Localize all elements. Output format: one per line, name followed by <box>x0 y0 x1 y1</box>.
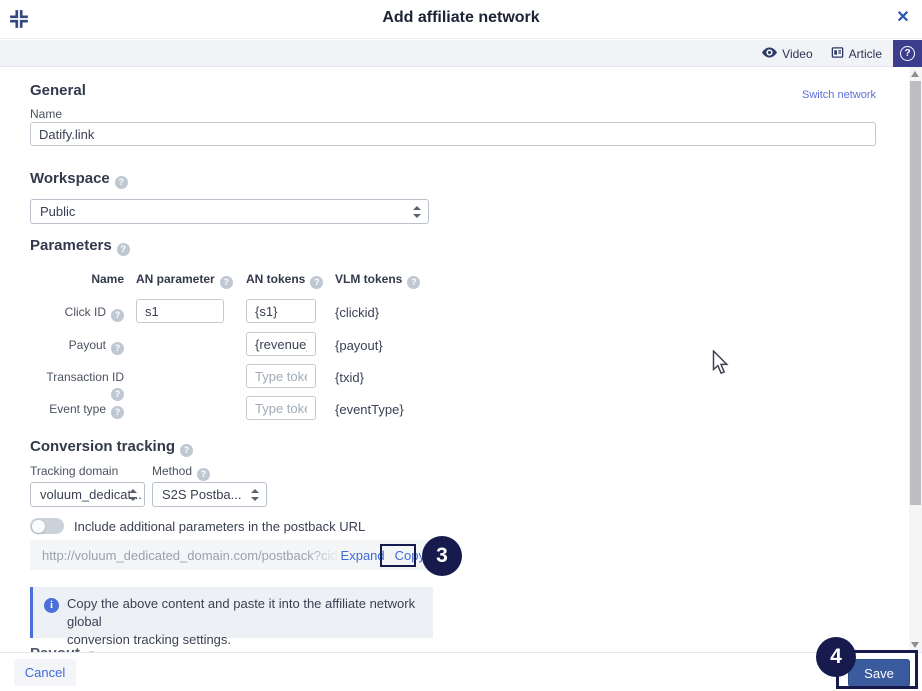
parameters-help-icon[interactable]: ? <box>117 243 130 256</box>
event-type-help-icon[interactable]: ? <box>111 406 124 419</box>
help-bar: Video Article ? <box>0 40 922 67</box>
chevron-updown-icon <box>129 489 137 501</box>
scrollbar-thumb[interactable] <box>910 81 921 505</box>
info-icon: i <box>44 598 59 613</box>
info-text: Copy the above content and paste it into… <box>67 595 433 649</box>
click-id-an-parameter-input[interactable] <box>136 299 224 323</box>
row-label-transaction-id: Transaction ID? <box>30 370 124 401</box>
row-label-event-type: Event type? <box>30 402 124 419</box>
article-icon <box>831 46 844 62</box>
annotation-step-4-badge: 4 <box>816 637 856 677</box>
article-label: Article <box>849 47 882 61</box>
switch-network-link[interactable]: Switch network <box>802 89 876 101</box>
close-icon[interactable]: ✕ <box>893 8 913 28</box>
click-id-an-tokens-input[interactable] <box>246 299 316 323</box>
chevron-updown-icon <box>413 206 421 218</box>
event-type-vlm-token: {eventType} <box>335 402 404 417</box>
conversion-tracking-help-icon[interactable]: ? <box>180 444 193 457</box>
vlm-tokens-help-icon[interactable]: ? <box>407 276 420 289</box>
expand-link[interactable]: Expand <box>341 548 385 563</box>
an-tokens-help-icon[interactable]: ? <box>310 276 323 289</box>
transaction-id-help-icon[interactable]: ? <box>111 388 124 401</box>
payout-an-tokens-input[interactable] <box>246 332 316 356</box>
col-name: Name <box>30 272 124 286</box>
add-affiliate-network-modal: Add affiliate network ✕ Video Article ? … <box>0 0 922 691</box>
annotation-step-3-badge: 3 <box>422 536 462 576</box>
modal-header: Add affiliate network ✕ <box>0 0 922 39</box>
an-parameter-help-icon[interactable]: ? <box>220 276 233 289</box>
postback-url-text: http://voluum_dedicated_domain.com/postb… <box>42 548 341 563</box>
eye-icon <box>762 47 777 61</box>
copy-link[interactable]: Copy <box>395 548 425 563</box>
postback-url-bar: http://voluum_dedicated_domain.com/postb… <box>30 540 433 570</box>
method-label: Method? <box>152 464 210 481</box>
scrollbar[interactable] <box>909 67 922 652</box>
scroll-down-icon[interactable] <box>911 642 919 648</box>
info-box: i Copy the above content and paste it in… <box>30 587 433 638</box>
workspace-select[interactable]: Public <box>30 199 429 224</box>
cancel-button[interactable]: Cancel <box>14 659 76 686</box>
col-an-parameter: AN parameter? <box>136 272 233 289</box>
save-button[interactable]: Save <box>848 659 910 687</box>
video-label: Video <box>782 47 812 61</box>
conversion-tracking-heading: Conversion tracking? <box>30 438 193 457</box>
event-type-an-tokens-input[interactable] <box>246 396 316 420</box>
modal-footer: Cancel Save <box>0 652 922 691</box>
transaction-id-vlm-token: {txid} <box>335 370 364 385</box>
article-link[interactable]: Article <box>831 46 882 62</box>
name-input[interactable] <box>30 122 876 146</box>
col-an-tokens: AN tokens? <box>246 272 323 289</box>
row-label-click-id: Click ID? <box>30 305 124 322</box>
transaction-id-an-tokens-input[interactable] <box>246 364 316 388</box>
scroll-up-icon[interactable] <box>911 71 919 77</box>
payout-vlm-token: {payout} <box>335 338 383 353</box>
row-label-payout: Payout? <box>30 338 124 355</box>
payout-help-icon[interactable]: ? <box>111 342 124 355</box>
workspace-heading: Workspace? <box>30 170 128 189</box>
click-id-vlm-token: {clickid} <box>335 305 379 320</box>
click-id-help-icon[interactable]: ? <box>111 309 124 322</box>
toggle-label: Include additional parameters in the pos… <box>74 519 365 534</box>
help-button[interactable]: ? <box>893 40 922 67</box>
parameters-heading: Parameters? <box>30 237 130 256</box>
tracking-domain-select[interactable]: voluum_dedicat... <box>30 482 145 507</box>
mouse-cursor <box>712 350 731 381</box>
workspace-help-icon[interactable]: ? <box>115 176 128 189</box>
general-heading: General <box>30 82 86 99</box>
page-title: Add affiliate network <box>0 9 922 27</box>
name-label: Name <box>30 107 62 121</box>
tracking-domain-label: Tracking domain <box>30 464 118 478</box>
question-icon: ? <box>900 46 915 61</box>
video-link[interactable]: Video <box>762 47 812 61</box>
method-select[interactable]: S2S Postba... <box>152 482 267 507</box>
col-vlm-tokens: VLM tokens? <box>335 272 420 289</box>
method-help-icon[interactable]: ? <box>197 468 210 481</box>
additional-parameters-toggle[interactable] <box>30 518 64 534</box>
chevron-updown-icon <box>251 489 259 501</box>
